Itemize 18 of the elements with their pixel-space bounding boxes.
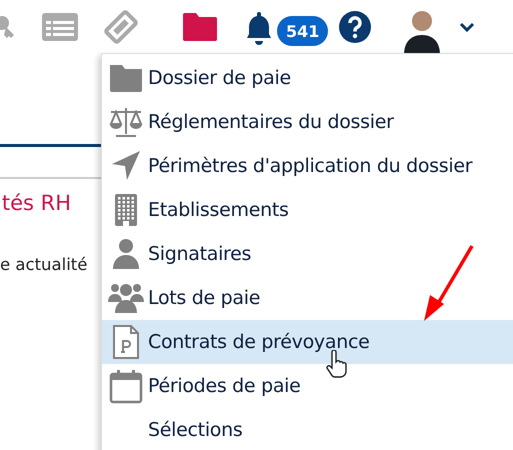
- menu-item[interactable]: Signataires: [102, 232, 513, 276]
- folder-icon[interactable]: [183, 13, 217, 41]
- section-heading: ités RH: [0, 191, 72, 215]
- calendar-icon: [108, 368, 144, 404]
- hand-cursor-icon: [326, 350, 348, 378]
- menu-item[interactable]: Réglementaires du dossier: [102, 100, 513, 144]
- notification-badge[interactable]: 541: [277, 16, 328, 46]
- menu-item[interactable]: Périodes de paie: [102, 364, 513, 408]
- menu-item[interactable]: Lots de paie: [102, 276, 513, 320]
- menu-item[interactable]: Sélections: [102, 408, 513, 450]
- menu-item[interactable]: Etablissements: [102, 188, 513, 232]
- menu-item[interactable]: Contrats de prévoyance: [102, 320, 513, 364]
- help-icon[interactable]: [339, 11, 371, 43]
- chevron-down-icon[interactable]: [459, 22, 475, 32]
- body-text: e actualité: [0, 255, 88, 274]
- menu-item[interactable]: Périmètres d'application du dossier: [102, 144, 513, 188]
- menu-item[interactable]: Dossier de paie: [102, 56, 513, 100]
- bell-icon[interactable]: [247, 10, 271, 46]
